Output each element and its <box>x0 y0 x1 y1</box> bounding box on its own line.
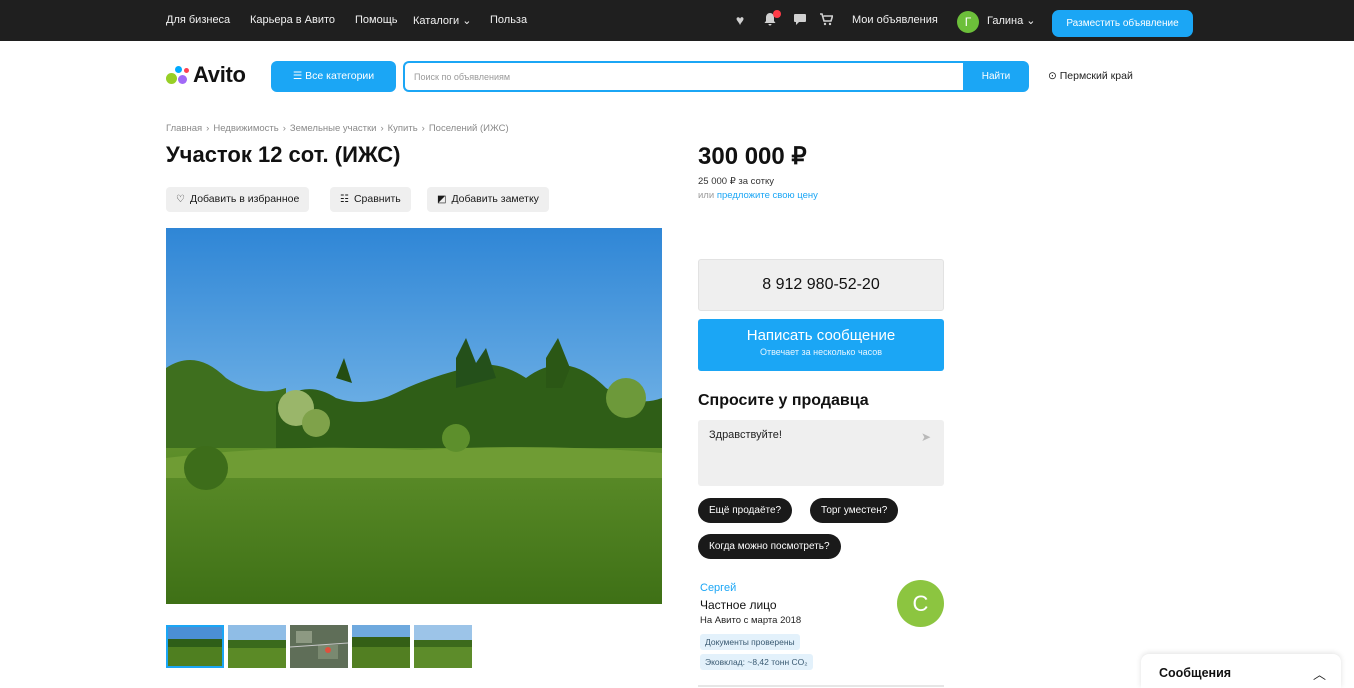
chat-icon[interactable] <box>792 12 808 28</box>
phone-button[interactable]: 8 912 980-52-20 <box>698 259 944 311</box>
breadcrumb-item[interactable]: Земельные участки <box>290 123 377 134</box>
breadcrumb: Главная › Недвижимость › Земельные участки › К… <box>166 123 509 134</box>
price: 300 000 ₽ <box>698 143 807 170</box>
offer-prefix: или <box>698 190 715 201</box>
avito-logo[interactable]: Avito <box>166 62 246 88</box>
menu-search-icon: ☰ <box>292 70 303 82</box>
messages-widget-label: Сообщения <box>1159 666 1232 680</box>
send-icon[interactable]: ➤ <box>921 430 931 444</box>
ask-seller-box: Здравствуйте! ➤ <box>698 420 944 486</box>
eco-contribution-badge[interactable]: Эковклад: ~8,42 тонн CO₂ <box>700 654 813 670</box>
logo-dots-icon <box>166 64 190 86</box>
compare-button[interactable]: ☷ Сравнить <box>330 187 411 212</box>
seller-avatar[interactable]: С <box>897 580 944 627</box>
thumbnail-3-map[interactable] <box>290 625 348 668</box>
user-name: Галина <box>987 15 1024 27</box>
region-selector[interactable]: ⊙ Пермский край <box>1048 70 1133 82</box>
add-note-label: Добавить заметку <box>451 193 539 205</box>
breadcrumb-separator: › <box>421 123 425 134</box>
add-favorite-label: Добавить в избранное <box>189 193 300 205</box>
quick-reply-when-view[interactable]: Когда можно посмотреть? <box>698 534 841 559</box>
chevron-up-icon[interactable]: ︿ <box>1313 664 1326 683</box>
compare-label: Сравнить <box>353 193 401 205</box>
seller-name-link[interactable]: Сергей <box>700 582 736 594</box>
quick-reply-negotiable[interactable]: Торг уместен? <box>810 498 899 523</box>
all-categories-label: Все категории <box>305 70 375 82</box>
location-pin-icon: ⊙ <box>1048 70 1057 82</box>
quick-reply-still-selling[interactable]: Ещё продаёте? <box>698 498 793 523</box>
breadcrumb-separator: › <box>206 123 210 134</box>
chevron-down-icon: ⌄ <box>1026 15 1036 27</box>
notification-badge <box>773 10 781 18</box>
search-field[interactable] <box>403 61 963 92</box>
top-nav-bar: Для бизнеса Карьера в Авито Помощь Катал… <box>0 0 1354 41</box>
post-ad-button[interactable]: Разместить объявление <box>1052 10 1193 37</box>
breadcrumb-separator: › <box>380 123 384 134</box>
ask-seller-heading: Спросите у продавца <box>698 392 869 409</box>
add-favorite-button[interactable]: ♡ Добавить в избранное <box>166 187 310 212</box>
topnav-link-catalogs[interactable]: Каталоги ⌄ <box>413 14 471 27</box>
heart-icon[interactable]: ♥ <box>732 12 748 28</box>
logo-text: Avito <box>193 62 246 87</box>
breadcrumb-item[interactable]: Недвижимость <box>213 123 278 134</box>
ask-seller-input[interactable]: Здравствуйте! <box>698 420 918 486</box>
breadcrumb-item[interactable]: Поселений (ИЖС) <box>429 123 509 134</box>
field-landscape-image <box>166 228 662 604</box>
topnav-link-help[interactable]: Помощь <box>355 14 398 26</box>
cart-icon[interactable] <box>818 12 834 28</box>
my-ads-link[interactable]: Мои объявления <box>852 14 938 26</box>
region-label: Пермский край <box>1059 70 1133 82</box>
topnav-link-benefit[interactable]: Польза <box>490 14 527 26</box>
heart-outline-icon: ♡ <box>176 194 185 205</box>
messages-widget[interactable]: Сообщения ︿ <box>1141 654 1341 688</box>
thumbnail-4[interactable] <box>352 625 410 668</box>
listing-title: Участок 12 сот. (ИЖС) <box>166 142 401 167</box>
find-button[interactable]: Найти <box>963 61 1029 92</box>
chevron-down-icon: ⌄ <box>462 15 472 27</box>
thumbnail-5[interactable] <box>414 625 472 668</box>
thumbnail-2[interactable] <box>228 625 286 668</box>
seller-since: На Авито с марта 2018 <box>700 615 802 626</box>
breadcrumb-item[interactable]: Главная <box>166 123 202 134</box>
topnav-catalogs-label: Каталоги <box>413 15 460 27</box>
user-menu[interactable]: Галина ⌄ <box>987 14 1036 27</box>
add-note-button[interactable]: ◩ Добавить заметку <box>427 187 549 212</box>
main-photo[interactable] <box>166 228 662 604</box>
breadcrumb-item[interactable]: Купить <box>388 123 418 134</box>
topnav-link-business[interactable]: Для бизнеса <box>166 14 230 26</box>
search-input[interactable] <box>405 63 963 90</box>
divider <box>698 685 944 687</box>
thumbnail-1[interactable] <box>166 625 224 668</box>
user-avatar[interactable]: Г <box>957 11 979 33</box>
seller-type: Частное лицо <box>700 598 777 612</box>
note-icon: ◩ <box>437 194 447 205</box>
topnav-link-career[interactable]: Карьера в Авито <box>250 14 335 26</box>
offer-price-link[interactable]: предложите свою цену <box>717 190 818 201</box>
documents-verified-badge: Документы проверены <box>700 634 800 650</box>
breadcrumb-separator: › <box>282 123 286 134</box>
offer-price: или предложите свою цену <box>698 190 818 201</box>
price-per-unit: 25 000 ₽ за сотку <box>698 176 774 187</box>
response-time-label: Отвечает за несколько часов <box>759 347 883 357</box>
compare-icon: ☷ <box>340 194 349 205</box>
write-message-label: Написать сообщение <box>746 327 896 344</box>
write-message-button[interactable]: Написать сообщение Отвечает за несколько… <box>698 319 944 371</box>
all-categories-button[interactable]: ☰ Все категории <box>271 61 396 92</box>
